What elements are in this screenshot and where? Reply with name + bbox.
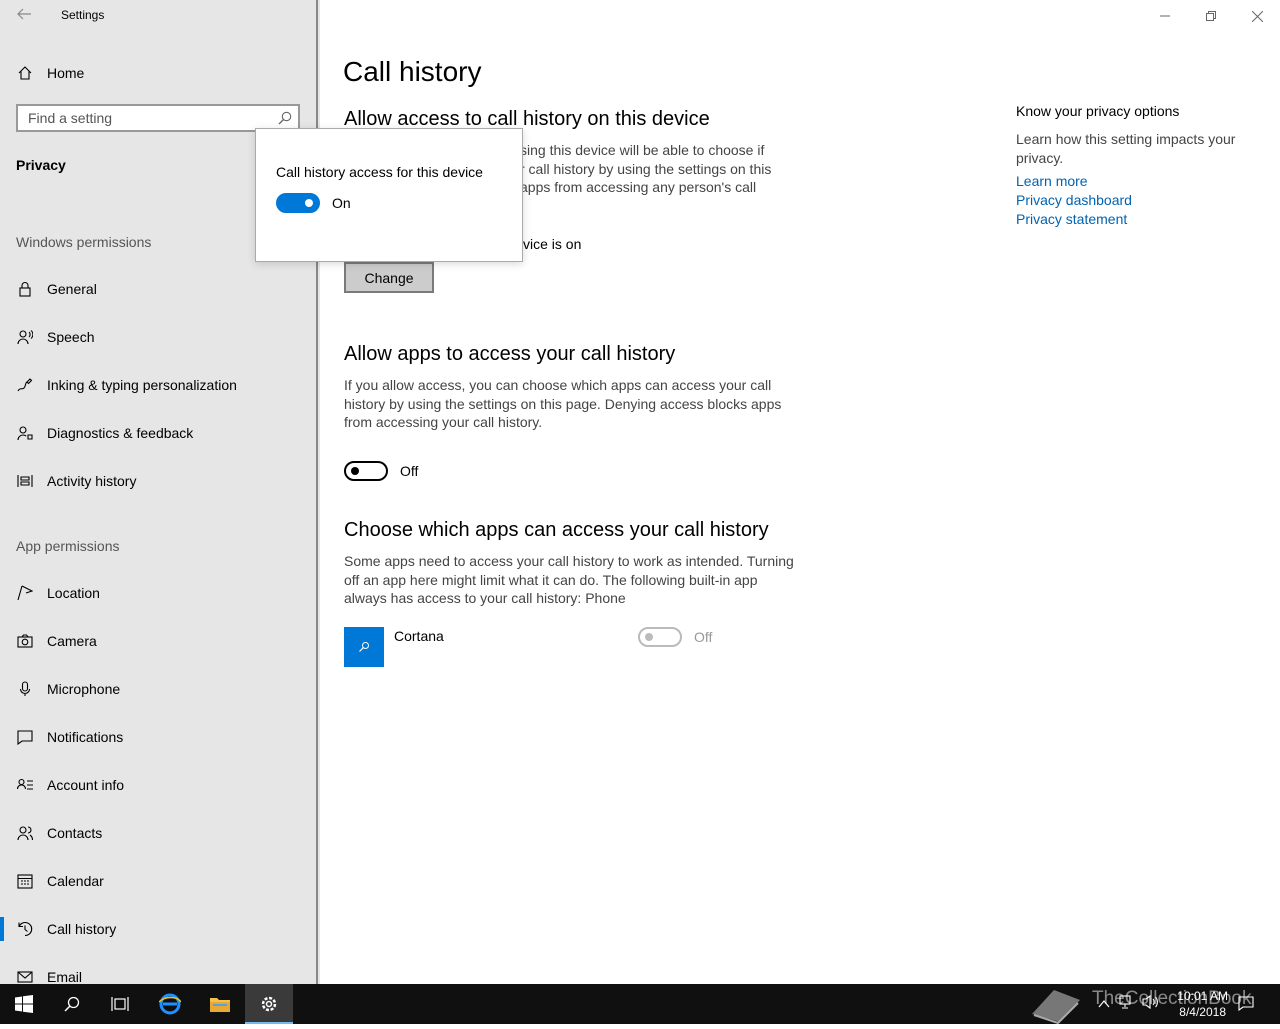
sidebar-item-camera[interactable]: Camera [0,621,320,661]
choose-apps-description: Some apps need to access your call histo… [344,553,794,606]
device-access-flyout: Call history access for this device On [255,128,523,262]
sidebar-item-label: Speech [47,329,95,345]
sidebar-item-label: Call history [47,921,117,937]
sidebar-item-inking[interactable]: Inking & typing personalization [0,365,320,405]
description-line: sing this device will be able to choose … [520,142,765,158]
activity-history-icon [16,472,34,490]
cortana-icon [344,627,384,667]
sidebar-item-contacts[interactable]: Contacts [0,813,320,853]
sidebar-item-label: Microphone [47,681,121,697]
cortana-toggle[interactable] [638,627,682,647]
sidebar-item-label: Notifications [47,729,124,745]
clock-date: 8/4/2018 [1179,1005,1226,1019]
apps-access-heading: Allow apps to access your call history [344,343,676,365]
sidebar-item-email[interactable]: Email [0,957,320,984]
edge-icon[interactable] [146,984,194,1024]
sidebar-item-label: Contacts [47,825,103,841]
device-access-status: vice is on [523,236,582,252]
sidebar-item-calendar[interactable]: Calendar [0,861,320,901]
privacy-dashboard-link[interactable]: Privacy dashboard [1016,192,1132,208]
sidebar-item-call-history[interactable]: Call history [0,909,320,949]
notifications-icon [16,728,34,746]
speech-icon [16,328,34,346]
sidebar-item-label: Activity history [47,473,137,489]
device-access-toggle[interactable] [276,193,320,213]
contacts-icon [16,824,34,842]
section-title: Privacy [16,157,66,173]
email-icon [16,968,34,984]
sidebar-item-label: Calendar [47,873,104,889]
settings-icon[interactable] [245,984,293,1024]
apps-access-toggle[interactable] [344,461,388,481]
inking-icon [16,376,34,394]
description-line: r call history by using the settings on … [520,160,772,177]
sidebar-item-label: Home [47,65,85,81]
toggle-knob [305,199,313,207]
action-center-icon[interactable] [1238,995,1254,1016]
start-icon[interactable] [0,984,48,1024]
search-icon[interactable] [48,984,96,1024]
page-title: Call history [343,56,482,87]
window-title: Settings [61,8,105,22]
flyout-title: Call history access for this device [276,164,483,180]
description-line: apps from accessing any person's call [520,179,757,195]
change-button[interactable]: Change [344,262,434,293]
device-access-description: sing this device will be able to choose … [520,141,780,197]
sidebar-item-diagnostics[interactable]: Diagnostics & feedback [0,413,320,453]
system-clock[interactable]: 10:01 AM 8/4/2018 [1177,988,1228,1020]
app-name: Cortana [394,628,444,644]
call-history-icon [16,920,34,938]
sidebar-item-label: Location [47,585,100,601]
watermark-book-icon [1030,984,1082,1029]
taskbar: TheCollectionBook 10:01 AM 8/4/2018 [0,984,1280,1025]
task-view-icon[interactable] [96,984,144,1024]
privacy-statement-link[interactable]: Privacy statement [1016,211,1127,227]
network-icon[interactable] [1118,994,1134,1015]
diagnostics-icon [16,424,34,442]
minimize-icon[interactable] [1142,0,1188,32]
microphone-icon [16,680,34,698]
close-icon[interactable] [1234,0,1280,32]
sidebar-item-home[interactable]: Home [0,53,320,93]
home-icon [16,64,34,82]
sidebar-item-notifications[interactable]: Notifications [0,717,320,757]
location-icon [16,584,34,602]
sidebar-item-activity-history[interactable]: Activity history [0,461,320,501]
volume-icon[interactable] [1142,994,1160,1015]
toggle-knob [645,633,653,641]
device-access-toggle-label: On [332,195,351,211]
account-info-icon [16,776,34,794]
cortana-toggle-label: Off [694,629,713,645]
sidebar-item-speech[interactable]: Speech [0,317,320,357]
lock-icon [16,280,34,298]
sidebar-item-label: General [47,281,97,297]
sidebar-item-label: Camera [47,633,97,649]
sidebar-item-label: Diagnostics & feedback [47,425,194,441]
clock-time: 10:01 AM [1177,989,1228,1003]
toggle-knob [351,467,359,475]
back-arrow-icon[interactable] [12,4,36,28]
privacy-options-heading: Know your privacy options [1016,103,1180,119]
sidebar-item-label: Inking & typing personalization [47,377,237,393]
sidebar-item-location[interactable]: Location [0,573,320,613]
search-icon[interactable] [278,111,292,125]
app-permissions-header: App permissions [16,538,120,554]
camera-icon [16,632,34,650]
sidebar-item-general[interactable]: General [0,269,320,309]
windows-permissions-header: Windows permissions [16,234,152,250]
learn-more-link[interactable]: Learn more [1016,173,1088,189]
show-hidden-icons-icon[interactable] [1098,996,1110,1014]
calendar-icon [16,872,34,890]
restore-icon[interactable] [1188,0,1234,32]
choose-apps-heading: Choose which apps can access your call h… [344,519,769,541]
apps-access-toggle-label: Off [400,463,419,479]
file-explorer-icon[interactable] [196,984,244,1024]
sidebar-item-label: Email [47,969,83,984]
apps-access-description: If you allow access, you can choose whic… [344,377,782,430]
sidebar-item-account-info[interactable]: Account info [0,765,320,805]
search-input[interactable] [28,109,268,127]
privacy-options-description: Learn how this setting impacts your priv… [1016,131,1236,166]
sidebar-item-label: Account info [47,777,125,793]
sidebar-item-microphone[interactable]: Microphone [0,669,320,709]
